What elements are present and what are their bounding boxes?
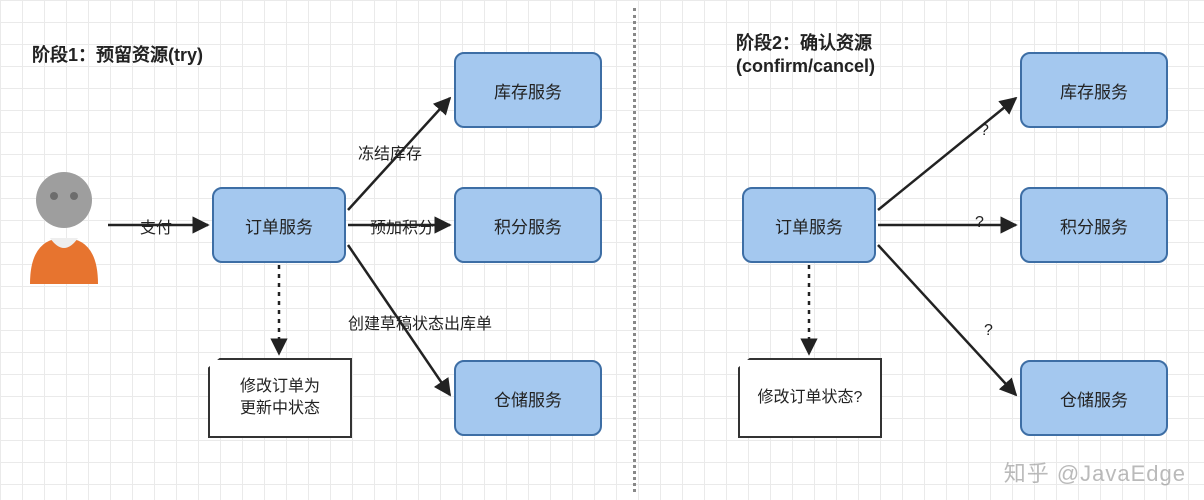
phase2-note: 修改订单状态? (738, 358, 882, 438)
phase1-points-service-box: 积分服务 (454, 187, 602, 263)
phase2-points-service-box: 积分服务 (1020, 187, 1168, 263)
phase2-edge-warehouse-label: ? (984, 322, 993, 340)
phase1-title: 阶段1：预留资源(try) (32, 44, 203, 67)
phase1-points-service-label: 积分服务 (494, 213, 562, 238)
phase2-edge-points-label: ? (975, 214, 984, 232)
phase2-inventory-service-label: 库存服务 (1060, 78, 1128, 103)
phase2-warehouse-service-label: 仓储服务 (1060, 386, 1128, 411)
phase1-inventory-service-box: 库存服务 (454, 52, 602, 128)
phase2-edge-inventory-label: ? (980, 122, 989, 140)
phase2-points-service-label: 积分服务 (1060, 213, 1128, 238)
phase2-order-service-box: 订单服务 (742, 187, 876, 263)
phase1-edge-pay-label: 支付 (140, 214, 172, 238)
phase1-order-service-box: 订单服务 (212, 187, 346, 263)
phase1-note: 修改订单为 更新中状态 (208, 358, 352, 438)
phase-divider (633, 8, 636, 492)
phase2-inventory-service-box: 库存服务 (1020, 52, 1168, 128)
phase2-title: 阶段2：确认资源 (confirm/cancel) (736, 32, 875, 79)
phase1-edge-draft-label: 创建草稿状态出库单 (348, 310, 492, 334)
phase1-edge-points-label: 预加积分 (370, 214, 434, 238)
phase2-warehouse-service-box: 仓储服务 (1020, 360, 1168, 436)
user-icon (20, 166, 108, 291)
phase1-inventory-service-label: 库存服务 (494, 78, 562, 103)
watermark: 知乎 @JavaEdge (1004, 456, 1186, 488)
phase1-warehouse-service-label: 仓储服务 (494, 386, 562, 411)
phase1-order-service-label: 订单服务 (245, 213, 313, 238)
phase1-warehouse-service-box: 仓储服务 (454, 360, 602, 436)
phase1-edge-freeze-label: 冻结库存 (358, 140, 422, 164)
phase2-order-service-label: 订单服务 (775, 213, 843, 238)
